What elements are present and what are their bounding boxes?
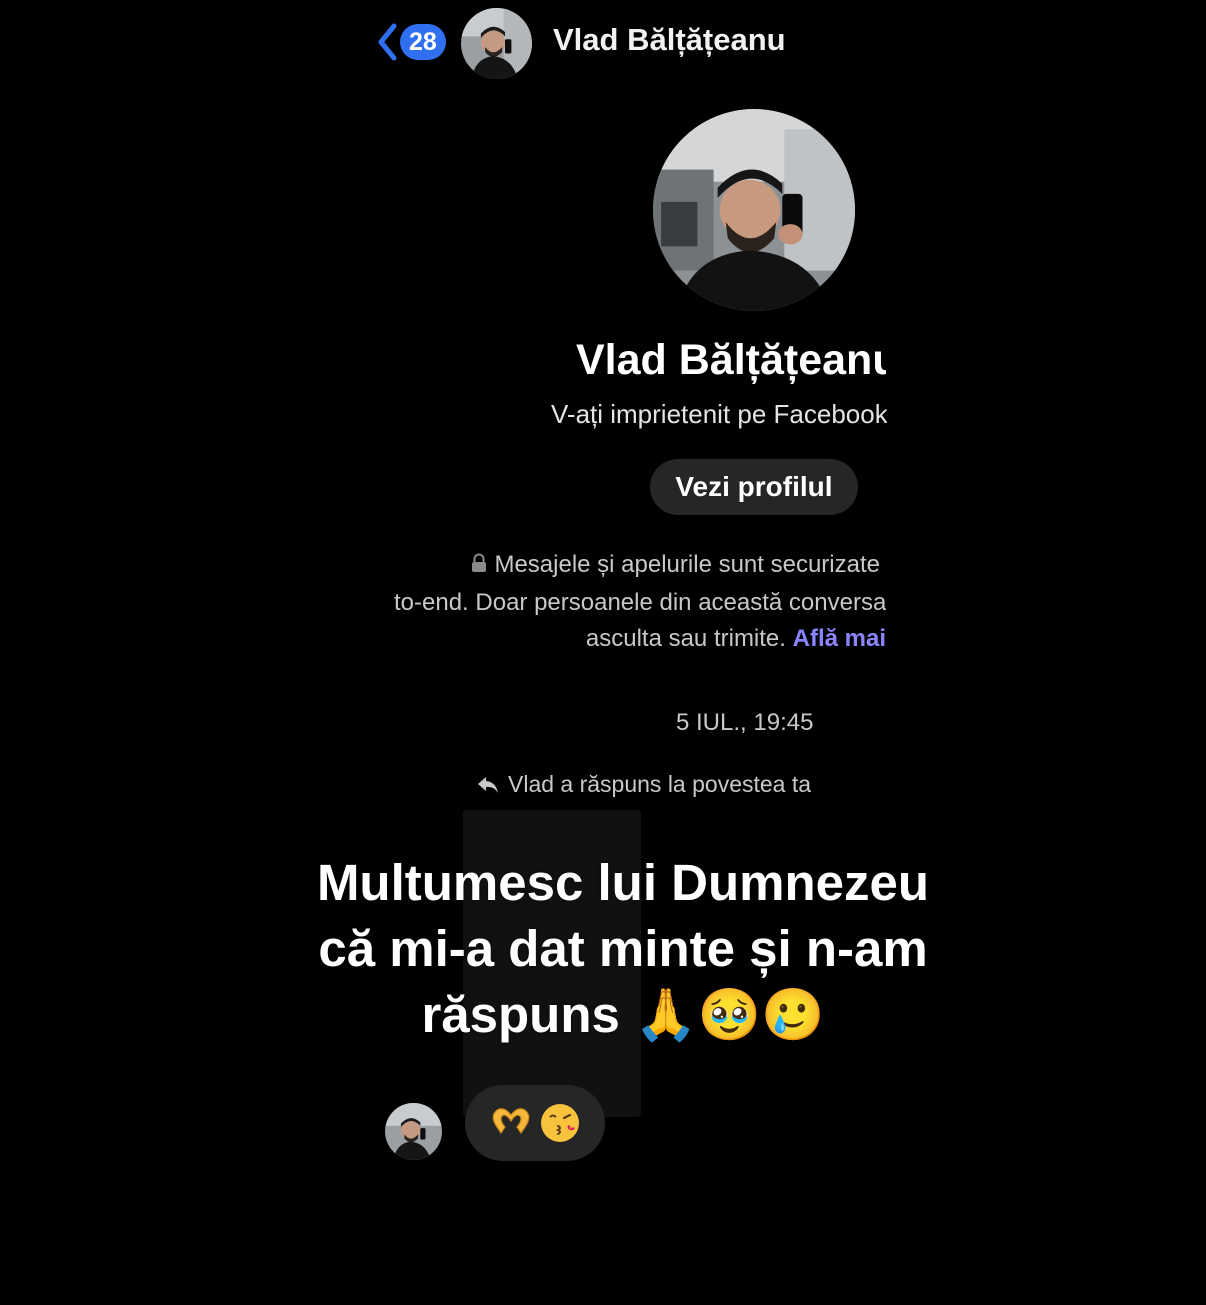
reply-arrow-icon: [478, 776, 498, 793]
friend-status-text: V-ați imprietenit pe Facebook: [551, 399, 887, 429]
header-contact-name[interactable]: Vlad Bălțățeanu: [553, 22, 786, 58]
caption-line-3-text: răspuns: [421, 986, 620, 1043]
message-timestamp: 5 IUL., 19:45: [676, 709, 814, 736]
sender-photo-icon: [385, 1103, 442, 1160]
profile-avatar[interactable]: [653, 109, 855, 311]
heart-hands-emoji-icon: [492, 1108, 530, 1135]
encryption-text-1: Mesajele și apelurile sunt securizate: [494, 551, 880, 578]
encryption-text-3: asculta sau trimite.: [585, 625, 786, 652]
caption-line-2: că mi-a dat minte și n-am: [318, 920, 928, 977]
lock-icon: [472, 553, 487, 572]
back-button[interactable]: 28: [376, 20, 446, 64]
sender-avatar[interactable]: [385, 1103, 442, 1160]
unread-count-badge: 28: [400, 24, 446, 60]
avatar-photo-icon: [461, 8, 532, 79]
kissing-face-emoji-icon: [541, 1104, 579, 1142]
caption-emojis: 🙏🥹🥲: [634, 986, 825, 1045]
header-avatar[interactable]: [461, 8, 532, 79]
overlay-caption: Multumesc lui Dumnezeu că mi-a dat minte…: [290, 850, 956, 1049]
view-profile-button[interactable]: Vezi profilul: [650, 459, 858, 515]
encryption-notice-line2: to-end. Doar persoanele din această conv…: [394, 589, 886, 616]
profile-photo-icon: [653, 109, 855, 311]
caption-line-3: răspuns 🙏🥹🥲: [290, 982, 956, 1049]
learn-more-link[interactable]: Află mai: [793, 625, 886, 652]
chevron-left-icon: [378, 23, 397, 61]
profile-name: Vlad Bălțățeanu: [576, 336, 886, 384]
caption-line-1: Multumesc lui Dumnezeu: [316, 854, 930, 911]
story-reply-notice: Vlad a răspuns la povestea ta: [476, 771, 811, 798]
encryption-notice-line3: asculta sau trimite. Află mai: [440, 625, 886, 653]
reaction-message-bubble[interactable]: [465, 1085, 605, 1161]
encryption-notice-line1: Mesajele și apelurile sunt securizate: [414, 551, 880, 579]
story-reply-text: Vlad a răspuns la povestea ta: [508, 771, 812, 797]
